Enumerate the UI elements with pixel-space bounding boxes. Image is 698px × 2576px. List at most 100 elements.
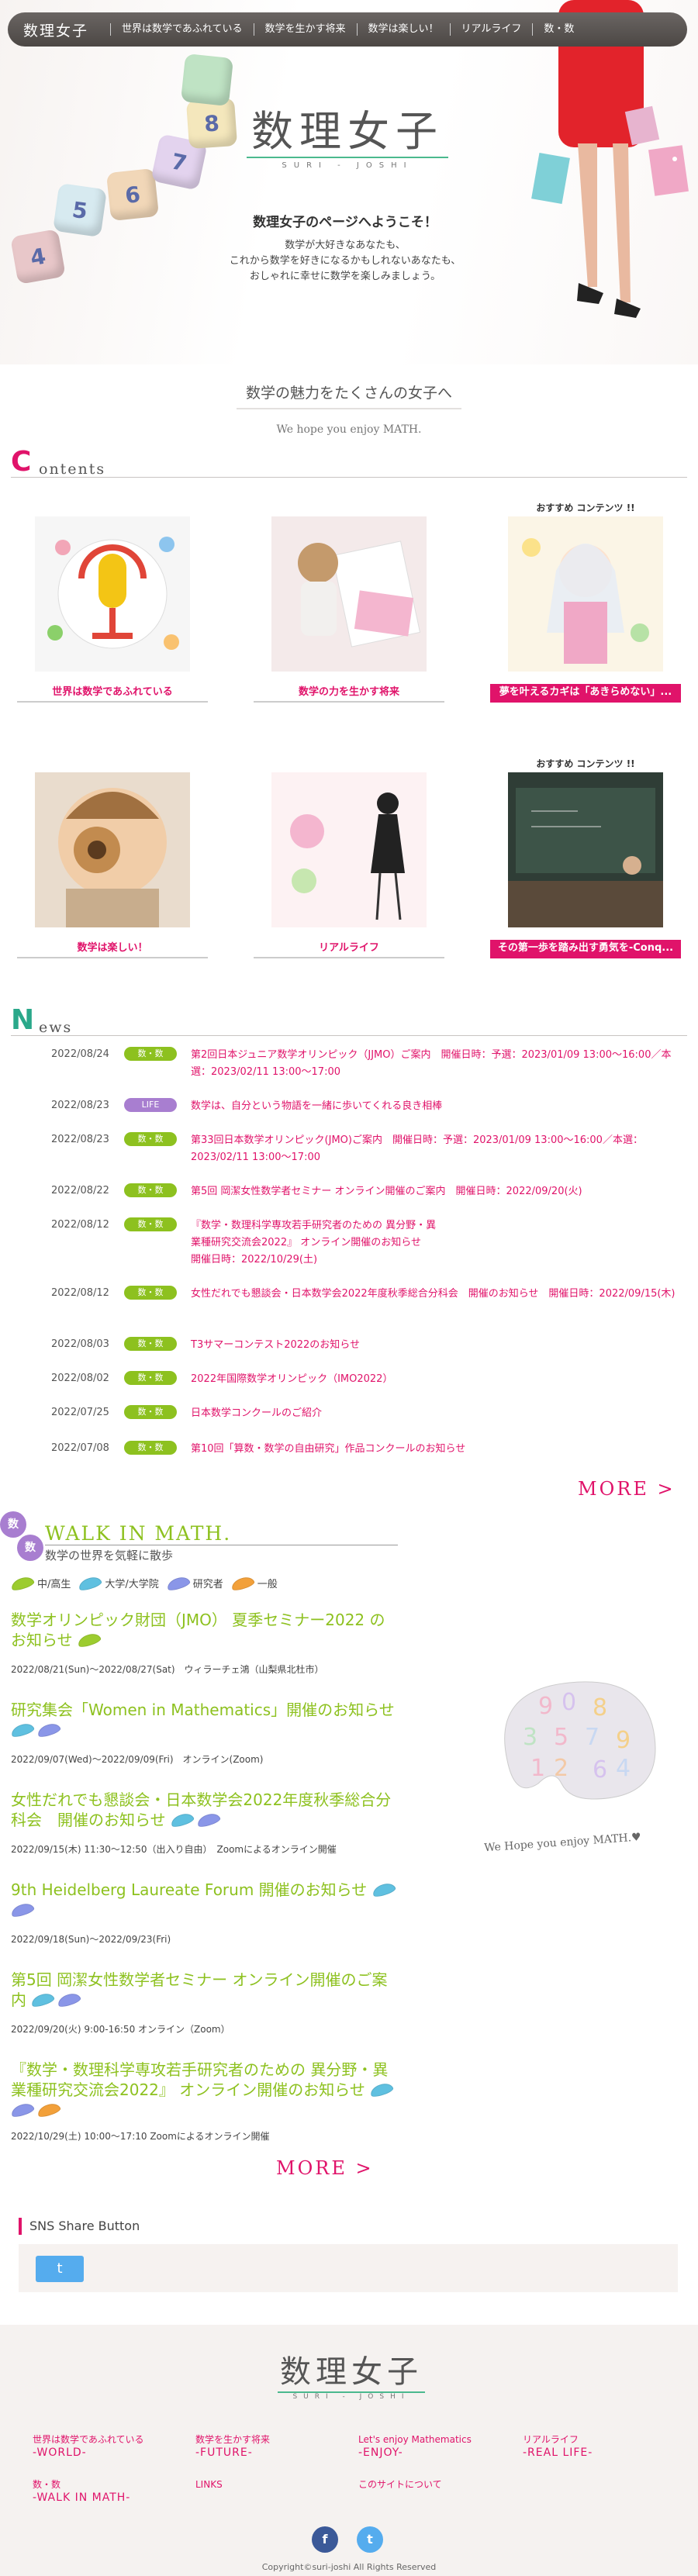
news-date: 2022/07/25 xyxy=(51,1407,109,1418)
walk-item[interactable]: 研究集会「Women in Mathematics」開催のお知らせ 2022/0… xyxy=(9,1700,399,1766)
footer-link-en[interactable]: -WALK IN MATH- xyxy=(33,2491,130,2505)
news-item[interactable]: 2022/08/22 数・数 第5回 岡潔女性数学者セミナー オンライン開催のご… xyxy=(51,1183,687,1200)
footer-link-world[interactable]: 世界は数学であふれている -WORLD- xyxy=(33,2433,144,2460)
leaf-icon xyxy=(195,1811,222,1829)
walk-item-title[interactable]: 9th Heidelberg Laureate Forum 開催のお知らせ xyxy=(11,1880,367,1899)
walk-item-detail: 2022/09/20(火) 9:00-16:50 オンライン（Zoom） xyxy=(11,2024,230,2035)
walk-more-link[interactable]: MORE > xyxy=(276,2157,374,2179)
palette-caption: We Hope you enjoy MATH.♥ xyxy=(483,1831,642,1855)
nav-item-world[interactable]: 世界は数学であふれている xyxy=(110,23,253,36)
news-date: 2022/08/23 xyxy=(51,1100,109,1111)
walk-item-title[interactable]: 研究集会「Women in Mathematics」開催のお知らせ xyxy=(11,1701,395,1719)
footer-link-label[interactable]: このサイトについて xyxy=(358,2478,442,2491)
news-date: 2022/08/12 xyxy=(51,1219,109,1231)
walk-item[interactable]: 『数学・数理科学専攻若手研究者のための 異分野・異業種研究交流会2022』 オン… xyxy=(9,2060,399,2143)
card-image xyxy=(35,516,190,672)
walk-item[interactable]: 数学オリンピック財団（JMO） 夏季セミナー2022 のお知らせ 2022/08… xyxy=(11,1610,399,1676)
news-title[interactable]: 第33回日本数学オリンピック(JMO)ご案内 開催日時：予選：2023/01/0… xyxy=(191,1132,687,1166)
news-title[interactable]: 女性だれでも懇談会・日本数学会2022年度秋季総合分科会 開催のお知らせ 開催日… xyxy=(191,1286,687,1303)
footer-link-label[interactable]: Let's enjoy Mathematics xyxy=(358,2433,472,2447)
news-item[interactable]: 2022/08/02 数・数 2022年国際数学オリンピック（IMO2022） xyxy=(51,1371,687,1388)
dice-number: 4 xyxy=(28,243,48,271)
footer-logo-subtitle: SURI - JOSHI xyxy=(278,2391,425,2401)
news-item[interactable]: 2022/08/23 数・数 第33回日本数学オリンピック(JMO)ご案内 開催… xyxy=(51,1132,687,1166)
footer-link-label[interactable]: リアルライフ xyxy=(523,2433,593,2447)
footer-link-label[interactable]: 世界は数学であふれている xyxy=(33,2433,144,2447)
walk-item[interactable]: 第5回 岡潔女性数学者セミナー オンライン開催のご案内 2022/09/20(火… xyxy=(11,1970,399,2036)
leaf-icon xyxy=(9,1901,36,1919)
blackboard-illustration xyxy=(508,788,663,927)
walk-item-title[interactable]: 『数学・数理科学専攻若手研究者のための 異分野・異業種研究交流会2022』 オン… xyxy=(11,2060,388,2099)
footer-link-real-life[interactable]: リアルライフ -REAL LIFE- xyxy=(523,2433,593,2460)
footer-link-label[interactable]: 数学を生かす将来 xyxy=(195,2433,270,2447)
leaf-icon xyxy=(29,1991,56,2009)
nav-logo[interactable]: 数理女子 xyxy=(23,19,88,40)
walk-item[interactable]: 女性だれでも懇談会・日本数学会2022年度秋季総合分科会 開催のお知らせ 202… xyxy=(11,1790,399,1856)
footer-link-walk[interactable]: 数・数 -WALK IN MATH- xyxy=(33,2478,130,2505)
news-title[interactable]: 数学は、自分という物語を一緒に歩いてくれる良き相棒 xyxy=(191,1098,687,1115)
card-image xyxy=(508,516,663,672)
news-item[interactable]: 2022/08/24 数・数 第2回日本ジュニア数学オリンピック（JJMO）ご案… xyxy=(51,1047,687,1081)
nav-item-enjoy[interactable]: 数学は楽しい！ xyxy=(356,23,450,36)
footer-link-en[interactable]: -FUTURE- xyxy=(195,2447,270,2460)
footer-link-links[interactable]: LINKS xyxy=(195,2478,223,2491)
content-card-enjoy[interactable]: 数学は楽しい！ xyxy=(17,772,208,958)
tagline: 数学の魅力をたくさんの女子へ We hope you enjoy MATH. xyxy=(0,382,698,436)
footer-link-label[interactable]: LINKS xyxy=(195,2478,223,2491)
nav-item-future[interactable]: 数学を生かす将来 xyxy=(253,23,357,36)
facebook-icon: f xyxy=(322,2532,328,2547)
news-item[interactable]: 2022/07/08 数・数 第10回「算数・数学の自由研究」作品コンクールのお… xyxy=(51,1441,687,1458)
contents-c-icon: C xyxy=(11,446,32,478)
news-n-icon: N xyxy=(11,1004,35,1036)
news-title[interactable]: T3サマーコンテスト2022のお知らせ xyxy=(191,1337,687,1354)
news-title[interactable]: 第2回日本ジュニア数学オリンピック（JJMO）ご案内 開催日時：予選：2023/… xyxy=(191,1047,687,1081)
footer-link-future[interactable]: 数学を生かす将来 -FUTURE- xyxy=(195,2433,270,2460)
news-item[interactable]: 2022/07/25 数・数 日本数学コンクールのご紹介 xyxy=(51,1405,687,1422)
nav-item-real-life[interactable]: リアルライフ xyxy=(449,23,533,36)
news-item[interactable]: 2022/08/12 数・数 『数学・数理科学専攻若手研究者のための 異分野・異… xyxy=(51,1217,687,1269)
news-title[interactable]: 2022年国際数学オリンピック（IMO2022） xyxy=(191,1371,687,1388)
news-badge: 数・数 xyxy=(124,1405,177,1419)
walk-subtitle: 数学の世界を気軽に散歩 xyxy=(45,1545,398,1563)
walk-item[interactable]: 9th Heidelberg Laureate Forum 開催のお知らせ 20… xyxy=(9,1880,399,1946)
footer-link-en[interactable]: -WORLD- xyxy=(33,2447,144,2460)
model-illustration xyxy=(531,0,689,318)
girl-illustration xyxy=(522,538,649,664)
content-card-conquer[interactable]: おすすめ コンテンツ !! その第一歩を踏み出す勇気を-Conq... xyxy=(490,758,681,958)
contents-heading: C ontents xyxy=(11,447,687,478)
facebook-button[interactable]: f xyxy=(312,2526,338,2553)
news-item[interactable]: 2022/08/23 LIFE 数学は、自分という物語を一緒に歩いてくれる良き相… xyxy=(51,1098,687,1115)
footer-link-about[interactable]: このサイトについて xyxy=(358,2478,442,2491)
twitter-share-button[interactable]: t xyxy=(36,2256,84,2282)
study-illustration xyxy=(298,540,421,647)
nav-item-suu-suu[interactable]: 数・数 xyxy=(532,23,585,36)
news-title[interactable]: 日本数学コンクールのご紹介 xyxy=(191,1405,687,1422)
walk-item-detail: 2022/10/29(土) 10:00〜17:10 Zoomによるオンライン開催 xyxy=(11,2131,270,2142)
content-card-future[interactable]: 数学の力を生かす将来 xyxy=(254,516,444,703)
content-card-real-life[interactable]: リアルライフ xyxy=(254,772,444,958)
news-date: 2022/08/02 xyxy=(51,1373,109,1384)
news-item[interactable]: 2022/08/03 数・数 T3サマーコンテスト2022のお知らせ xyxy=(51,1337,687,1354)
footer-link-enjoy[interactable]: Let's enjoy Mathematics -ENJOY- xyxy=(358,2433,472,2460)
content-card-dream[interactable]: おすすめ コンテンツ !! 夢を叶えるカギは「あきらめない」... xyxy=(490,502,681,703)
microphone-illustration xyxy=(47,537,179,650)
content-card-world[interactable]: 世界は数学であふれている xyxy=(17,516,208,703)
svg-text:8: 8 xyxy=(593,1694,607,1721)
card-image xyxy=(271,516,427,672)
footer-link-en[interactable]: -ENJOY- xyxy=(358,2447,472,2460)
footer-link-en[interactable]: -REAL LIFE- xyxy=(523,2447,593,2460)
twitter-button[interactable]: t xyxy=(357,2526,383,2553)
news-title[interactable]: 第5回 岡潔女性数学者セミナー オンライン開催のご案内 開催日時：2022/09… xyxy=(191,1183,687,1200)
footer-logo[interactable]: 数理女子 SURI - JOSHI xyxy=(278,2346,425,2401)
hero-logo: 数理女子 SURI - JOSHI xyxy=(247,109,448,170)
footer-link-label[interactable]: 数・数 xyxy=(33,2478,130,2491)
news-title[interactable]: 『数学・数理科学専攻若手研究者のための 異分野・異業種研究交流会2022』 オン… xyxy=(191,1217,687,1269)
news-title[interactable]: 第10回「算数・数学の自由研究」作品コンクールのお知らせ xyxy=(191,1441,687,1458)
card-label: その第一歩を踏み出す勇気を-Conq... xyxy=(490,940,681,958)
number-palette-icon: 9 0 8 3 5 7 9 1 2 6 4 xyxy=(504,1681,656,1800)
news-item[interactable]: 2022/08/12 数・数 女性だれでも懇談会・日本数学会2022年度秋季総合… xyxy=(51,1286,687,1303)
walk-item-title[interactable]: 数学オリンピック財団（JMO） 夏季セミナー2022 のお知らせ xyxy=(11,1611,385,1649)
news-date: 2022/08/03 xyxy=(51,1338,109,1350)
news-more-link[interactable]: MORE > xyxy=(578,1478,676,1500)
walk-item-detail: 2022/09/15(木) 11:30〜12:50（出入り自由） Zoomによる… xyxy=(11,1844,337,1855)
